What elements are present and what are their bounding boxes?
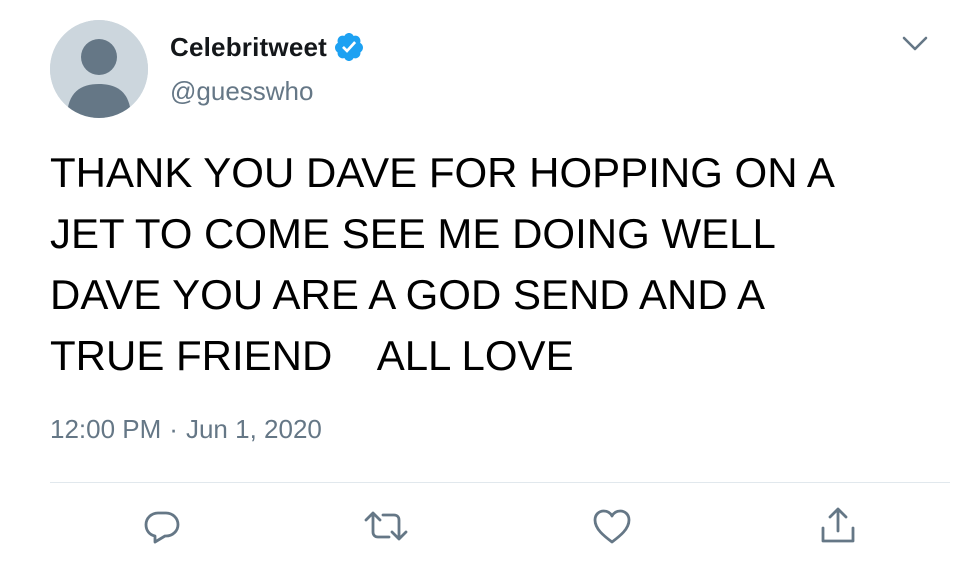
default-avatar-icon[interactable] xyxy=(50,20,148,118)
retweet-button[interactable] xyxy=(362,504,410,552)
author-row: Celebritweet xyxy=(170,30,365,64)
tweet-timestamp[interactable]: 12:00 PM · Jun 1, 2020 xyxy=(50,414,322,445)
share-icon xyxy=(816,504,860,553)
verified-badge-icon xyxy=(333,31,365,63)
display-name[interactable]: Celebritweet xyxy=(170,32,327,63)
tweet-card: Celebritweet @guesswho THANK YOU DAVE FO… xyxy=(0,0,960,580)
tweet-text: THANK YOU DAVE FOR HOPPING ON A JET TO C… xyxy=(50,149,835,379)
tweet-date: Jun 1, 2020 xyxy=(185,414,322,444)
like-button[interactable] xyxy=(588,504,636,552)
retweet-icon xyxy=(362,505,410,552)
tweet-time: 12:00 PM xyxy=(50,414,162,444)
user-handle[interactable]: @guesswho xyxy=(170,76,313,107)
reply-button[interactable] xyxy=(138,504,186,552)
heart-icon xyxy=(590,505,634,552)
reply-icon xyxy=(141,505,183,552)
share-button[interactable] xyxy=(814,504,862,552)
chevron-down-icon[interactable] xyxy=(898,28,932,58)
timestamp-separator: · xyxy=(169,414,178,444)
divider xyxy=(50,482,950,483)
